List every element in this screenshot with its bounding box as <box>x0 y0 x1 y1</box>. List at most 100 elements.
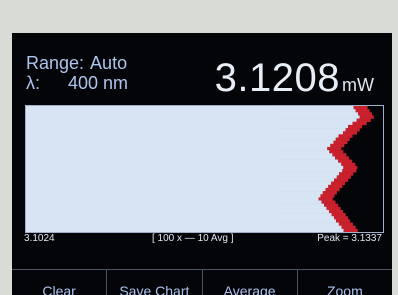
trace-fill-band <box>26 131 344 135</box>
trace-fill-band <box>26 181 332 186</box>
trace-point <box>336 175 351 179</box>
trend-chart-svg <box>26 106 383 232</box>
trace-point <box>321 200 336 204</box>
trend-chart <box>25 105 384 233</box>
trace-point <box>334 178 349 182</box>
range-value: Auto <box>90 53 128 73</box>
trace-fill-band <box>26 140 334 145</box>
trace-fill-band <box>26 115 360 119</box>
trace-fill-band <box>26 178 335 182</box>
trace-point <box>345 128 360 132</box>
range-label: Range: <box>26 53 85 73</box>
trace-fill-band <box>26 109 356 113</box>
clear-button-label: Clear <box>42 283 76 295</box>
trace-fill-band <box>26 225 342 230</box>
zoom-button[interactable]: Zoom <box>298 270 392 295</box>
trace-fill-band <box>26 184 329 189</box>
trace-fill-band <box>26 175 337 179</box>
trace-fill-band <box>26 159 339 163</box>
save-chart-button-label: Save Chart <box>119 283 190 295</box>
trace-fill-band <box>26 162 342 167</box>
trace-fill-band <box>26 213 332 217</box>
trace-point <box>331 181 346 186</box>
trace-point <box>335 137 350 141</box>
power-unit: mW <box>342 75 374 95</box>
trace-fill-band <box>26 216 335 220</box>
trace-fill-band <box>26 146 328 151</box>
trace-point <box>338 134 353 138</box>
average-button-label: Average <box>223 283 276 295</box>
power-reading: 3.1208 mW <box>215 56 374 101</box>
trace-fill-band <box>26 112 359 116</box>
trace-fill-band <box>26 165 344 170</box>
trace-point <box>353 106 368 110</box>
trace-point <box>318 197 333 201</box>
trace-point <box>343 228 358 232</box>
chart-peak-label: Peak = 3.1337 <box>317 233 382 244</box>
trace-fill-band <box>26 128 346 132</box>
trace-point <box>338 222 353 226</box>
trace-point <box>358 112 373 116</box>
trace-fill-band <box>26 219 337 223</box>
chart-avg-label: [ 100 x — 10 Avg ] <box>152 233 234 244</box>
trace-point <box>359 115 374 119</box>
wavelength-value: 400 nm <box>68 73 129 93</box>
trace-fill-band <box>26 137 336 141</box>
trace-fill-band <box>26 172 340 176</box>
chart-min-label: 3.1024 <box>24 233 55 244</box>
trace-point <box>320 194 335 198</box>
trace-fill-band <box>26 124 349 129</box>
trace-point <box>325 187 340 192</box>
zoom-button-label: Zoom <box>326 283 363 295</box>
trace-fill-band <box>26 150 330 154</box>
trace-fill-band <box>26 200 322 204</box>
trace-fill-band <box>26 169 343 173</box>
softkey-bar: Clear Save Chart Average Zoom <box>12 269 392 295</box>
trace-fill-band <box>26 153 333 157</box>
trace-fill-band <box>26 209 329 214</box>
trace-fill-band <box>26 143 331 148</box>
trace-fill-band <box>26 121 353 126</box>
trace-fill-band <box>26 228 344 232</box>
trace-fill-band <box>26 222 339 226</box>
trace-point <box>336 219 351 223</box>
trace-point <box>355 109 370 113</box>
power-value: 3.1208 <box>214 56 341 100</box>
trace-point <box>324 203 339 208</box>
trace-fill-band <box>26 203 325 208</box>
trace-fill-band <box>26 197 319 201</box>
meter-screen: Range: Auto λ: 400 nm 3.1208 mW 3.1024 [… <box>12 33 392 295</box>
trace-point <box>343 131 358 135</box>
trace-point <box>331 213 346 217</box>
trace-point <box>332 153 347 157</box>
trace-point <box>356 118 371 123</box>
trace-point <box>343 165 358 170</box>
wavelength-symbol: λ: <box>26 73 41 93</box>
trace-point <box>326 206 341 211</box>
save-chart-button[interactable]: Save Chart <box>107 270 203 295</box>
trace-fill-band <box>26 106 354 110</box>
trace-fill-band <box>26 206 327 211</box>
trace-fill-band <box>26 134 339 138</box>
trace-fill-band <box>26 187 326 192</box>
trace-point <box>328 184 343 189</box>
trace-point <box>333 140 348 145</box>
average-button[interactable]: Average <box>203 270 298 295</box>
trace-point <box>335 156 350 160</box>
trace-point <box>338 159 353 163</box>
trace-fill-band <box>26 156 336 160</box>
trace-point <box>329 209 343 214</box>
clear-button[interactable]: Clear <box>12 270 108 295</box>
settings-readout: Range: Auto λ: 400 nm <box>26 53 128 93</box>
wavelength-row: λ: 400 nm <box>26 73 128 93</box>
trace-point <box>348 124 363 129</box>
trace-point <box>341 225 356 230</box>
trace-fill-band <box>26 194 321 198</box>
trace-point <box>339 172 354 176</box>
trace-point <box>330 143 345 148</box>
trace-point <box>327 146 342 151</box>
trace-point <box>329 150 344 154</box>
trace-point <box>342 169 357 173</box>
trace-point <box>322 191 337 195</box>
trace-point <box>341 162 356 167</box>
